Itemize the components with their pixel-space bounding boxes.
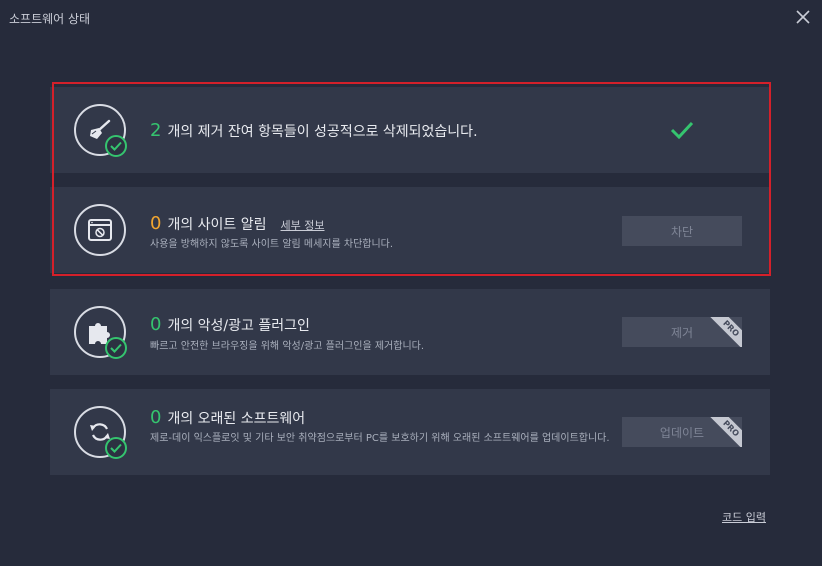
leftovers-headline: 2 개의 제거 잔여 항목들이 성공적으로 삭제되었습니다.	[150, 120, 478, 141]
remove-button[interactable]: 제거 PRO	[622, 317, 742, 347]
outdated-count: 0	[150, 407, 162, 428]
success-badge	[105, 135, 127, 157]
update-button-label: 업데이트	[659, 425, 705, 440]
plugins-desc: 빠르고 안전한 브라우징을 위해 악성/광고 플러그인을 제거합니다.	[150, 341, 425, 352]
plugins-headline: 0 개의 악성/광고 플러그인	[150, 314, 310, 335]
block-button[interactable]: 차단	[622, 216, 742, 246]
success-badge	[105, 337, 127, 359]
site-alerts-count: 0	[150, 213, 162, 234]
plugins-text: 개의 악성/광고 플러그인	[167, 318, 310, 334]
outdated-desc: 제로-데이 익스플로잇 및 기타 보안 취약점으로부터 PC를 보호하기 위해 …	[150, 433, 610, 444]
leftovers-text: 개의 제거 잔여 항목들이 성공적으로 삭제되었습니다.	[167, 124, 478, 140]
site-alerts-desc: 사용을 방해하지 않도록 사이트 알림 메세지를 차단합니다.	[150, 239, 394, 250]
card-outdated-software: 0 개의 오래된 소프트웨어 제로-데이 익스플로잇 및 기타 보안 취약점으로부…	[50, 389, 770, 475]
card-leftovers: 2 개의 제거 잔여 항목들이 성공적으로 삭제되었습니다.	[50, 87, 770, 173]
big-check-icon	[670, 121, 694, 139]
plugins-count: 0	[150, 314, 162, 335]
browser-block-icon	[88, 219, 112, 241]
checkmark-icon	[110, 141, 122, 151]
window-title: 소프트웨어 상태	[9, 12, 91, 26]
success-badge	[105, 437, 127, 459]
puzzle-icon-wrap	[74, 306, 127, 359]
refresh-icon-wrap	[74, 406, 127, 459]
broom-icon-wrap	[74, 104, 127, 157]
outdated-text: 개의 오래된 소프트웨어	[167, 411, 306, 427]
card-plugins: 0 개의 악성/광고 플러그인 빠르고 안전한 브라우징을 위해 악성/광고 플러…	[50, 289, 770, 375]
outdated-headline: 0 개의 오래된 소프트웨어	[150, 407, 305, 428]
card-site-alerts: 0 개의 사이트 알림 세부 정보 사용을 방해하지 않도록 사이트 알림 메세지를…	[50, 187, 770, 273]
update-button[interactable]: 업데이트 PRO	[622, 417, 742, 447]
leftovers-count: 2	[150, 120, 162, 141]
close-icon	[796, 10, 810, 24]
title-bar: 소프트웨어 상태	[0, 0, 822, 34]
block-button-label: 차단	[670, 224, 694, 239]
browser-icon-wrap	[74, 204, 126, 256]
details-link[interactable]: 세부 정보	[281, 219, 325, 232]
site-alerts-text: 개의 사이트 알림	[167, 217, 267, 233]
enter-code-link[interactable]: 코드 입력	[722, 509, 766, 525]
checkmark-icon	[110, 343, 122, 353]
close-button[interactable]	[794, 8, 812, 26]
checkmark-icon	[110, 443, 122, 453]
pro-badge: PRO	[705, 317, 742, 347]
remove-button-label: 제거	[670, 325, 694, 340]
pro-badge: PRO	[705, 417, 742, 447]
site-alerts-headline: 0 개의 사이트 알림 세부 정보	[150, 213, 325, 234]
